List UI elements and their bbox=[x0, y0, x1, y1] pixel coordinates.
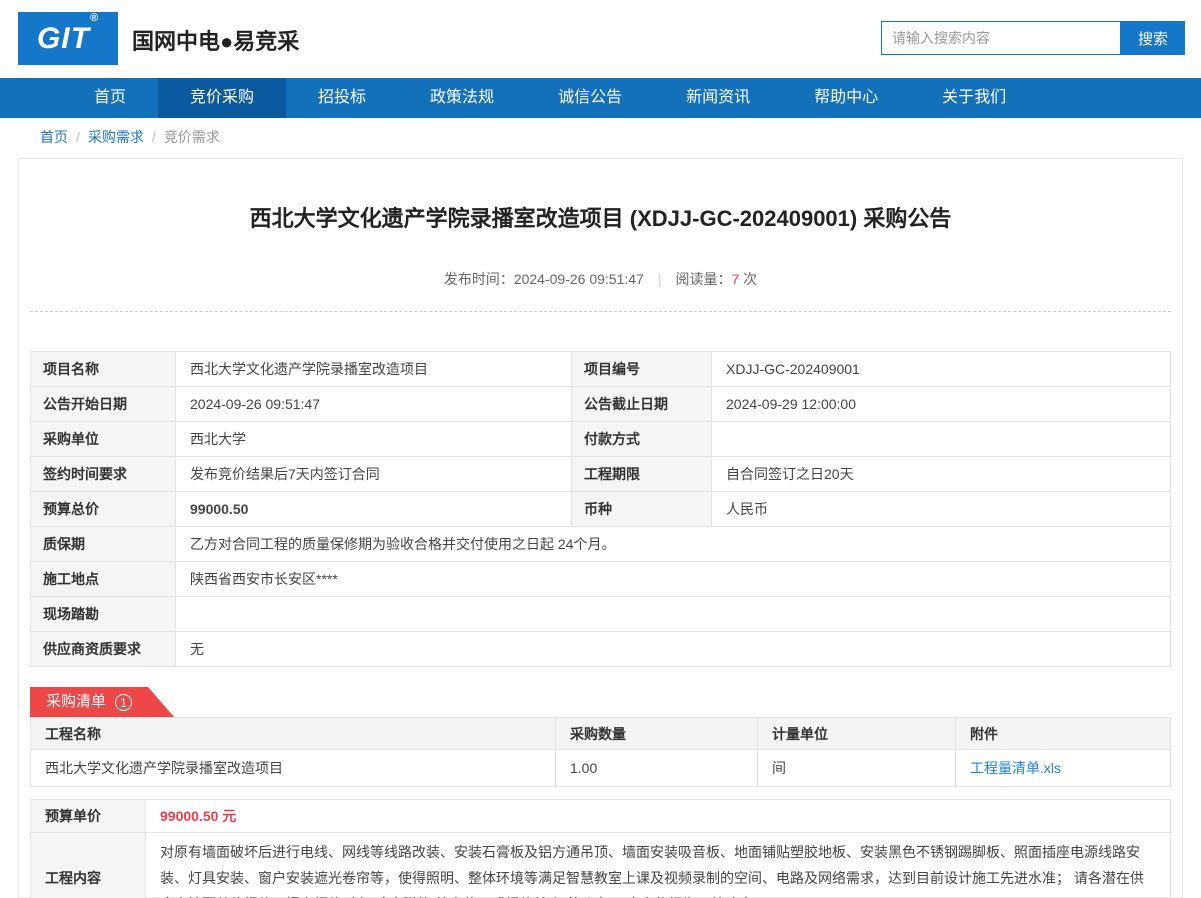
views-unit: 次 bbox=[743, 271, 757, 287]
table-row: 公告开始日期 2024-09-26 09:51:47 公告截止日期 2024-0… bbox=[31, 387, 1171, 422]
unit-price-label: 预算单价 bbox=[31, 800, 146, 833]
article-meta: 发布时间：2024-09-26 09:51:47 | 阅读量：7 次 bbox=[30, 269, 1171, 289]
main-nav: 首页 竞价采购 招投标 政策法规 诚信公告 新闻资讯 帮助中心 关于我们 bbox=[0, 78, 1201, 118]
table-row: 采购单位 西北大学 付款方式 bbox=[31, 422, 1171, 457]
qualification-value: 无 bbox=[176, 632, 1171, 667]
breadcrumb-separator: / bbox=[76, 129, 80, 145]
publish-time-label: 发布时间： bbox=[444, 271, 514, 287]
price-content-table: 预算单价 99000.50 元 工程内容 对原有墙面破坏后进行电线、网线等线路改… bbox=[30, 799, 1171, 898]
purchase-list-badge: 采购清单 1 bbox=[30, 687, 174, 717]
top-header: GIT® 国网中电●易竞采 搜索 bbox=[0, 0, 1201, 78]
meta-divider: | bbox=[658, 271, 662, 287]
breadcrumb-separator: / bbox=[152, 129, 156, 145]
brand-title: 国网中电●易竞采 bbox=[132, 24, 299, 56]
list-quantity: 1.00 bbox=[556, 750, 758, 787]
work-content-label: 工程内容 bbox=[31, 833, 146, 898]
nav-item-help[interactable]: 帮助中心 bbox=[782, 78, 910, 118]
project-code-label: 项目编号 bbox=[572, 352, 712, 387]
end-date-label: 公告截止日期 bbox=[572, 387, 712, 422]
site-logo[interactable]: GIT® bbox=[18, 12, 118, 65]
table-header-row: 工程名称 采购数量 计量单位 附件 bbox=[31, 718, 1171, 750]
table-row: 项目名称 西北大学文化遗产学院录播室改造项目 项目编号 XDJJ-GC-2024… bbox=[31, 352, 1171, 387]
duration-value: 自合同签订之日20天 bbox=[712, 457, 1171, 492]
start-date-value: 2024-09-26 09:51:47 bbox=[176, 387, 572, 422]
breadcrumb-home[interactable]: 首页 bbox=[40, 127, 68, 147]
page-title: 西北大学文化遗产学院录播室改造项目 (XDJJ-GC-202409001) 采购… bbox=[30, 159, 1171, 233]
search-button[interactable]: 搜索 bbox=[1121, 21, 1185, 55]
location-label: 施工地点 bbox=[31, 562, 176, 597]
work-content-value: 对原有墙面破坏后进行电线、网线等线路改装、安装石膏板及铝方通吊顶、墙面安装吸音板… bbox=[146, 833, 1171, 898]
budget-value: 99000.50 bbox=[176, 492, 572, 527]
purchase-list-badge-label: 采购清单 bbox=[46, 687, 106, 717]
search-bar: 搜索 bbox=[881, 21, 1185, 55]
qualification-label: 供应商资质要求 bbox=[31, 632, 176, 667]
search-input[interactable] bbox=[881, 21, 1121, 55]
views-count: 7 bbox=[731, 271, 739, 287]
payment-value bbox=[712, 422, 1171, 457]
nav-item-bidding-purchase[interactable]: 竞价采购 bbox=[158, 78, 286, 118]
views-label: 阅读量： bbox=[675, 271, 731, 287]
duration-label: 工程期限 bbox=[572, 457, 712, 492]
site-visit-value bbox=[176, 597, 1171, 632]
payment-label: 付款方式 bbox=[572, 422, 712, 457]
col-header-project-name: 工程名称 bbox=[31, 718, 556, 750]
project-detail-table: 项目名称 西北大学文化遗产学院录播室改造项目 项目编号 XDJJ-GC-2024… bbox=[30, 351, 1171, 667]
unit-price-value: 99000.50 元 bbox=[146, 800, 1171, 833]
nav-item-about[interactable]: 关于我们 bbox=[910, 78, 1038, 118]
col-header-quantity: 采购数量 bbox=[556, 718, 758, 750]
table-row: 现场踏勘 bbox=[31, 597, 1171, 632]
project-name-value: 西北大学文化遗产学院录播室改造项目 bbox=[176, 352, 572, 387]
col-header-unit: 计量单位 bbox=[758, 718, 956, 750]
table-row: 供应商资质要求 无 bbox=[31, 632, 1171, 667]
table-row: 预算单价 99000.50 元 bbox=[31, 800, 1171, 833]
logo-text: GIT® bbox=[37, 22, 99, 56]
list-unit: 间 bbox=[758, 750, 956, 787]
nav-item-news[interactable]: 新闻资讯 bbox=[654, 78, 782, 118]
table-row: 工程内容 对原有墙面破坏后进行电线、网线等线路改装、安装石膏板及铝方通吊顶、墙面… bbox=[31, 833, 1171, 898]
publish-time-value: 2024-09-26 09:51:47 bbox=[514, 271, 644, 287]
currency-label: 币种 bbox=[572, 492, 712, 527]
list-project-name: 西北大学文化遗产学院录播室改造项目 bbox=[31, 750, 556, 787]
breadcrumb-current: 竞价需求 bbox=[164, 127, 220, 147]
table-row: 预算总价 99000.50 币种 人民币 bbox=[31, 492, 1171, 527]
table-row: 西北大学文化遗产学院录播室改造项目 1.00 间 工程量清单.xls bbox=[31, 750, 1171, 787]
table-row: 质保期 乙方对合同工程的质量保修期为验收合格并交付使用之日起 24个月。 bbox=[31, 527, 1171, 562]
purchaser-value: 西北大学 bbox=[176, 422, 572, 457]
location-value: 陕西省西安市长安区**** bbox=[176, 562, 1171, 597]
sign-time-value: 发布竞价结果后7天内签订合同 bbox=[176, 457, 572, 492]
budget-label: 预算总价 bbox=[31, 492, 176, 527]
sign-time-label: 签约时间要求 bbox=[31, 457, 176, 492]
announcement-card: 西北大学文化遗产学院录播室改造项目 (XDJJ-GC-202409001) 采购… bbox=[18, 158, 1183, 898]
warranty-value: 乙方对合同工程的质量保修期为验收合格并交付使用之日起 24个月。 bbox=[176, 527, 1171, 562]
breadcrumb-purchase-demand[interactable]: 采购需求 bbox=[88, 127, 144, 147]
table-row: 施工地点 陕西省西安市长安区**** bbox=[31, 562, 1171, 597]
registered-mark-icon: ® bbox=[90, 12, 99, 24]
end-date-value: 2024-09-29 12:00:00 bbox=[712, 387, 1171, 422]
purchaser-label: 采购单位 bbox=[31, 422, 176, 457]
purchase-list-count-badge: 1 bbox=[115, 694, 132, 711]
dashed-divider bbox=[30, 311, 1171, 312]
nav-item-policy[interactable]: 政策法规 bbox=[398, 78, 526, 118]
table-row: 签约时间要求 发布竞价结果后7天内签订合同 工程期限 自合同签订之日20天 bbox=[31, 457, 1171, 492]
project-code-value: XDJJ-GC-202409001 bbox=[712, 352, 1171, 387]
purchase-list-table: 工程名称 采购数量 计量单位 附件 西北大学文化遗产学院录播室改造项目 1.00… bbox=[30, 717, 1171, 787]
project-name-label: 项目名称 bbox=[31, 352, 176, 387]
breadcrumb: 首页 / 采购需求 / 竞价需求 bbox=[0, 118, 1201, 156]
site-visit-label: 现场踏勘 bbox=[31, 597, 176, 632]
nav-item-home[interactable]: 首页 bbox=[62, 78, 158, 118]
attachment-link[interactable]: 工程量清单.xls bbox=[970, 760, 1061, 776]
col-header-attachment: 附件 bbox=[956, 718, 1171, 750]
nav-item-integrity[interactable]: 诚信公告 bbox=[526, 78, 654, 118]
warranty-label: 质保期 bbox=[31, 527, 176, 562]
start-date-label: 公告开始日期 bbox=[31, 387, 176, 422]
currency-value: 人民币 bbox=[712, 492, 1171, 527]
nav-item-tender[interactable]: 招投标 bbox=[286, 78, 398, 118]
